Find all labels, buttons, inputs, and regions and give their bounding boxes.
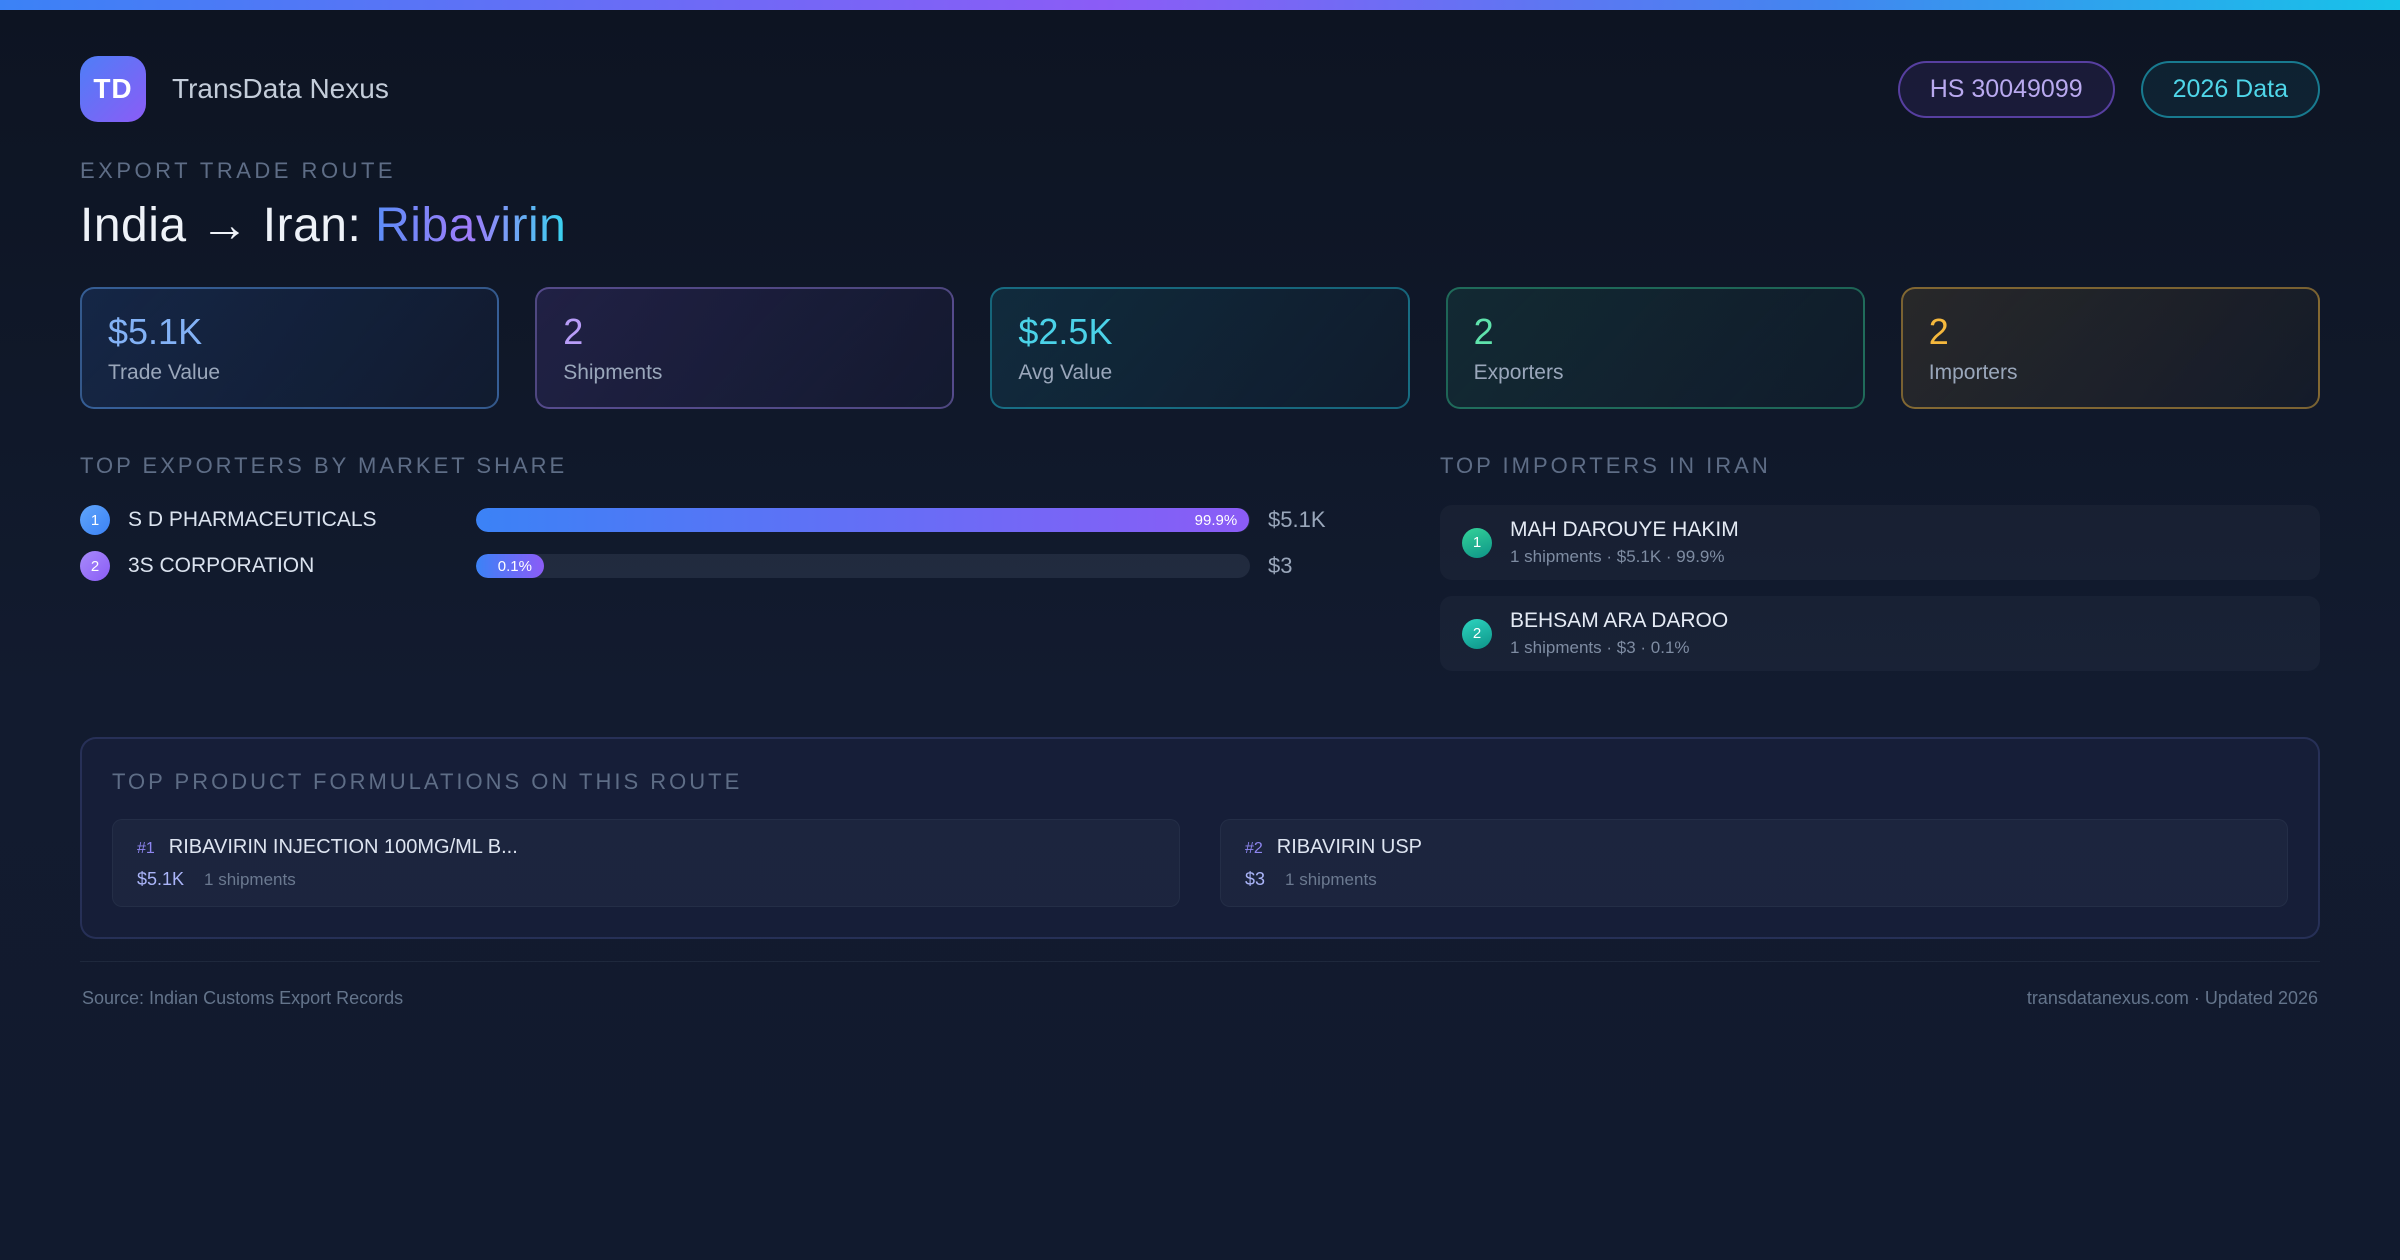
exporters-heading: TOP EXPORTERS BY MARKET SHARE — [80, 453, 568, 478]
footer-source: Source: Indian Customs Export Records — [82, 988, 404, 1008]
brand-logo: TD — [80, 56, 146, 122]
products-heading: TOP PRODUCT FORMULATIONS ON THIS ROUTE — [112, 769, 743, 794]
stat-label: Trade Value — [108, 361, 221, 384]
share-percentage-label: 0.1% — [497, 557, 532, 575]
market-share-bar-track: 99.9% — [476, 508, 1250, 532]
importer-card[interactable]: 1 MAH DAROUYE HAKIM 1 shipments · $5.1K … — [1440, 505, 2320, 580]
hs-code-badge[interactable]: HS 30049099 — [1897, 60, 2115, 118]
page: TD TransData Nexus HS 30049099 2026 Data… — [0, 10, 2400, 1009]
product-shipments: 1 shipments — [1285, 870, 1377, 889]
exporter-row[interactable]: 1 S D PHARMACEUTICALS 99.9% $5.1K — [80, 505, 1360, 535]
product-top: #2 RIBAVIRIN USP — [1245, 836, 2263, 859]
product-name: RIBAVIRIN USP — [1276, 836, 1423, 858]
product-value: $5.1K — [137, 869, 185, 889]
brand-name: TransData Nexus — [172, 73, 389, 104]
exporters-section: TOP EXPORTERS BY MARKET SHARE 1 S D PHAR… — [80, 453, 1360, 597]
product-highlight: Ribavirin — [375, 199, 567, 252]
importer-rank-badge: 2 — [1462, 618, 1492, 649]
product-rank: #2 — [1245, 840, 1263, 857]
products-section: TOP PRODUCT FORMULATIONS ON THIS ROUTE #… — [80, 737, 2320, 939]
header-badges: HS 30049099 2026 Data — [1897, 60, 2320, 118]
footer-site: transdatanexus.com · Updated 2026 — [2026, 988, 2318, 1008]
market-share-bar-track: 0.1% — [476, 554, 1250, 578]
stat-label: Avg Value — [1018, 361, 1113, 384]
importer-info: MAH DAROUYE HAKIM 1 shipments · $5.1K · … — [1510, 518, 1739, 567]
stat-value: $5.1K — [108, 311, 203, 352]
eyebrow-label: EXPORT TRADE ROUTE — [80, 158, 397, 183]
stat-value: 2 — [1928, 311, 1949, 352]
footer: Source: Indian Customs Export Records tr… — [80, 961, 2320, 1009]
exporter-value: $5.1K — [1268, 507, 1326, 532]
importers-section: TOP IMPORTERS IN IRAN 1 MAH DAROUYE HAKI… — [1440, 453, 2320, 687]
stat-cards: $5.1K Trade Value 2 Shipments $2.5K Avg … — [80, 287, 2320, 409]
importer-card[interactable]: 2 BEHSAM ARA DAROO 1 shipments · $3 · 0.… — [1440, 596, 2320, 671]
route-text: India → Iran: — [80, 199, 376, 252]
exporter-value: $3 — [1268, 553, 1293, 578]
product-grid: #1 RIBAVIRIN INJECTION 100MG/ML B... $5.… — [112, 819, 2288, 907]
stat-card-exporters: 2 Exporters — [1445, 287, 1865, 409]
stat-label: Importers — [1928, 361, 2018, 384]
rank-badge: 2 — [80, 551, 110, 581]
importer-info: BEHSAM ARA DAROO 1 shipments · $3 · 0.1% — [1510, 609, 1728, 658]
importer-meta: 1 shipments · $3 · 0.1% — [1510, 638, 1690, 657]
market-share-bar-fill: 0.1% — [476, 554, 544, 578]
stat-value: 2 — [563, 311, 584, 352]
product-card[interactable]: #2 RIBAVIRIN USP $3 1 shipments — [1220, 819, 2288, 907]
product-card[interactable]: #1 RIBAVIRIN INJECTION 100MG/ML B... $5.… — [112, 819, 1180, 907]
page-title: India → Iran: Ribavirin — [80, 198, 2320, 253]
stat-value: $2.5K — [1018, 311, 1113, 352]
main-columns: TOP EXPORTERS BY MARKET SHARE 1 S D PHAR… — [80, 453, 2320, 687]
product-bottom: $3 1 shipments — [1245, 869, 2263, 890]
importer-rank-badge: 1 — [1462, 527, 1492, 558]
product-bottom: $5.1K 1 shipments — [137, 869, 1155, 890]
data-year-badge[interactable]: 2026 Data — [2140, 60, 2320, 118]
exporter-row[interactable]: 2 3S CORPORATION 0.1% $3 — [80, 551, 1360, 581]
brand: TD TransData Nexus — [80, 56, 389, 122]
product-rank: #1 — [137, 840, 155, 857]
market-share-bar-fill: 99.9% — [476, 508, 1250, 532]
exporter-name: 3S CORPORATION — [128, 554, 315, 577]
stat-card-shipments: 2 Shipments — [535, 287, 955, 409]
app-header: TD TransData Nexus HS 30049099 2026 Data — [80, 56, 2320, 122]
importer-name: MAH DAROUYE HAKIM — [1510, 518, 1739, 541]
top-accent-bar — [0, 0, 2400, 10]
importers-heading: TOP IMPORTERS IN IRAN — [1440, 453, 1771, 478]
importer-name: BEHSAM ARA DAROO — [1510, 609, 1729, 632]
product-top: #1 RIBAVIRIN INJECTION 100MG/ML B... — [137, 836, 1155, 859]
rank-badge: 1 — [80, 505, 110, 535]
product-name: RIBAVIRIN INJECTION 100MG/ML B... — [168, 836, 518, 858]
stat-card-avg-value: $2.5K Avg Value — [990, 287, 1410, 409]
stat-value: 2 — [1473, 311, 1494, 352]
stat-label: Exporters — [1473, 361, 1564, 384]
share-percentage-label: 99.9% — [1194, 511, 1238, 529]
stat-card-trade-value: $5.1K Trade Value — [80, 287, 500, 409]
product-shipments: 1 shipments — [204, 870, 296, 889]
importer-meta: 1 shipments · $5.1K · 99.9% — [1510, 547, 1725, 566]
exporter-name: S D PHARMACEUTICALS — [128, 508, 377, 531]
stat-label: Shipments — [563, 361, 663, 384]
stat-card-importers: 2 Importers — [1900, 287, 2320, 409]
product-value: $3 — [1245, 869, 1266, 889]
